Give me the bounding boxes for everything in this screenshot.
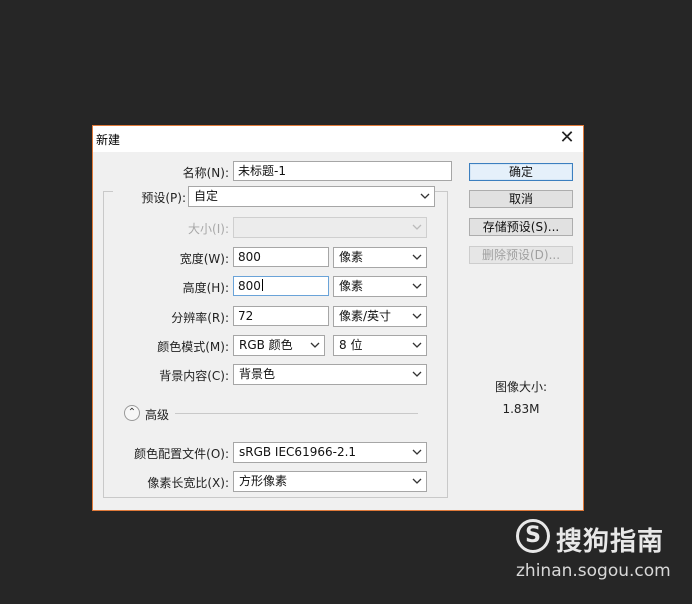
watermark-url: zhinan.sogou.com bbox=[516, 561, 671, 581]
pixel-aspect-value: 方形像素 bbox=[239, 474, 288, 488]
preset-label: 预设(P): bbox=[113, 189, 188, 206]
text-caret bbox=[261, 279, 263, 291]
pixel-aspect-label: 像素长宽比(X): bbox=[147, 476, 229, 490]
background-select[interactable]: 背景色 bbox=[233, 364, 427, 385]
advanced-divider bbox=[175, 413, 418, 414]
resolution-unit-select[interactable]: 像素/英寸 bbox=[333, 306, 427, 327]
resolution-input[interactable]: 72 bbox=[233, 306, 329, 326]
height-unit-select[interactable]: 像素 bbox=[333, 276, 427, 297]
watermark-name: 搜狗指南 bbox=[556, 527, 665, 557]
height-label: 高度(H): bbox=[182, 281, 229, 295]
width-label: 宽度(W): bbox=[179, 252, 229, 266]
new-document-dialog: 新建 ✕ 名称(N): 未标题-1 预设(P): 自定 大小(I): 宽度(W)… bbox=[92, 125, 584, 511]
background-label: 背景内容(C): bbox=[159, 369, 229, 383]
width-unit-value: 像素 bbox=[339, 250, 364, 264]
resolution-label: 分辨率(R): bbox=[171, 311, 229, 325]
chevron-down-icon bbox=[412, 224, 422, 230]
chevron-down-icon bbox=[412, 283, 422, 289]
color-mode-value: RGB 颜色 bbox=[239, 338, 293, 352]
size-label: 大小(I): bbox=[188, 222, 229, 236]
color-profile-select[interactable]: sRGB IEC61966-2.1 bbox=[233, 442, 427, 463]
chevron-down-icon bbox=[412, 254, 422, 260]
pixel-aspect-select[interactable]: 方形像素 bbox=[233, 471, 427, 492]
cancel-button[interactable]: 取消 bbox=[469, 190, 573, 208]
chevron-down-icon bbox=[310, 342, 320, 348]
chevron-down-icon bbox=[412, 478, 422, 484]
chevron-down-icon bbox=[412, 342, 422, 348]
preset-select[interactable]: 自定 bbox=[188, 186, 435, 207]
ok-button[interactable]: 确定 bbox=[469, 163, 573, 181]
width-input[interactable]: 800 bbox=[233, 247, 329, 267]
chevron-down-icon bbox=[420, 193, 430, 199]
resolution-unit-value: 像素/英寸 bbox=[339, 309, 392, 323]
save-preset-button[interactable]: 存储预设(S)... bbox=[469, 218, 573, 236]
background-value: 背景色 bbox=[239, 367, 276, 381]
bit-depth-value: 8 位 bbox=[339, 338, 363, 352]
chevron-down-icon bbox=[412, 449, 422, 455]
height-value: 800 bbox=[238, 279, 261, 293]
dialog-title: 新建 bbox=[96, 133, 121, 147]
color-profile-label: 颜色配置文件(O): bbox=[134, 447, 229, 461]
name-label: 名称(N): bbox=[182, 166, 229, 180]
preset-value: 自定 bbox=[194, 189, 219, 203]
height-input[interactable]: 800 bbox=[233, 276, 329, 296]
color-mode-label: 颜色模式(M): bbox=[157, 340, 229, 354]
advanced-label[interactable]: 高级 bbox=[145, 406, 169, 423]
close-icon[interactable]: ✕ bbox=[557, 128, 577, 148]
delete-preset-button: 删除预设(D)... bbox=[469, 246, 573, 264]
color-mode-select[interactable]: RGB 颜色 bbox=[233, 335, 325, 356]
image-size-label: 图像大小: bbox=[494, 380, 548, 394]
color-profile-value: sRGB IEC61966-2.1 bbox=[239, 445, 357, 459]
chevron-down-icon bbox=[412, 313, 422, 319]
name-input[interactable]: 未标题-1 bbox=[233, 161, 452, 181]
sogou-logo-icon: S bbox=[516, 519, 550, 553]
chevron-down-icon bbox=[412, 371, 422, 377]
width-unit-select[interactable]: 像素 bbox=[333, 247, 427, 268]
dialog-titlebar[interactable]: 新建 ✕ bbox=[93, 126, 583, 152]
height-unit-value: 像素 bbox=[339, 279, 364, 293]
size-select bbox=[233, 217, 427, 238]
collapse-advanced-icon[interactable]: ⌃ bbox=[124, 405, 140, 421]
image-size-value: 1.83M bbox=[502, 402, 540, 416]
bit-depth-select[interactable]: 8 位 bbox=[333, 335, 427, 356]
